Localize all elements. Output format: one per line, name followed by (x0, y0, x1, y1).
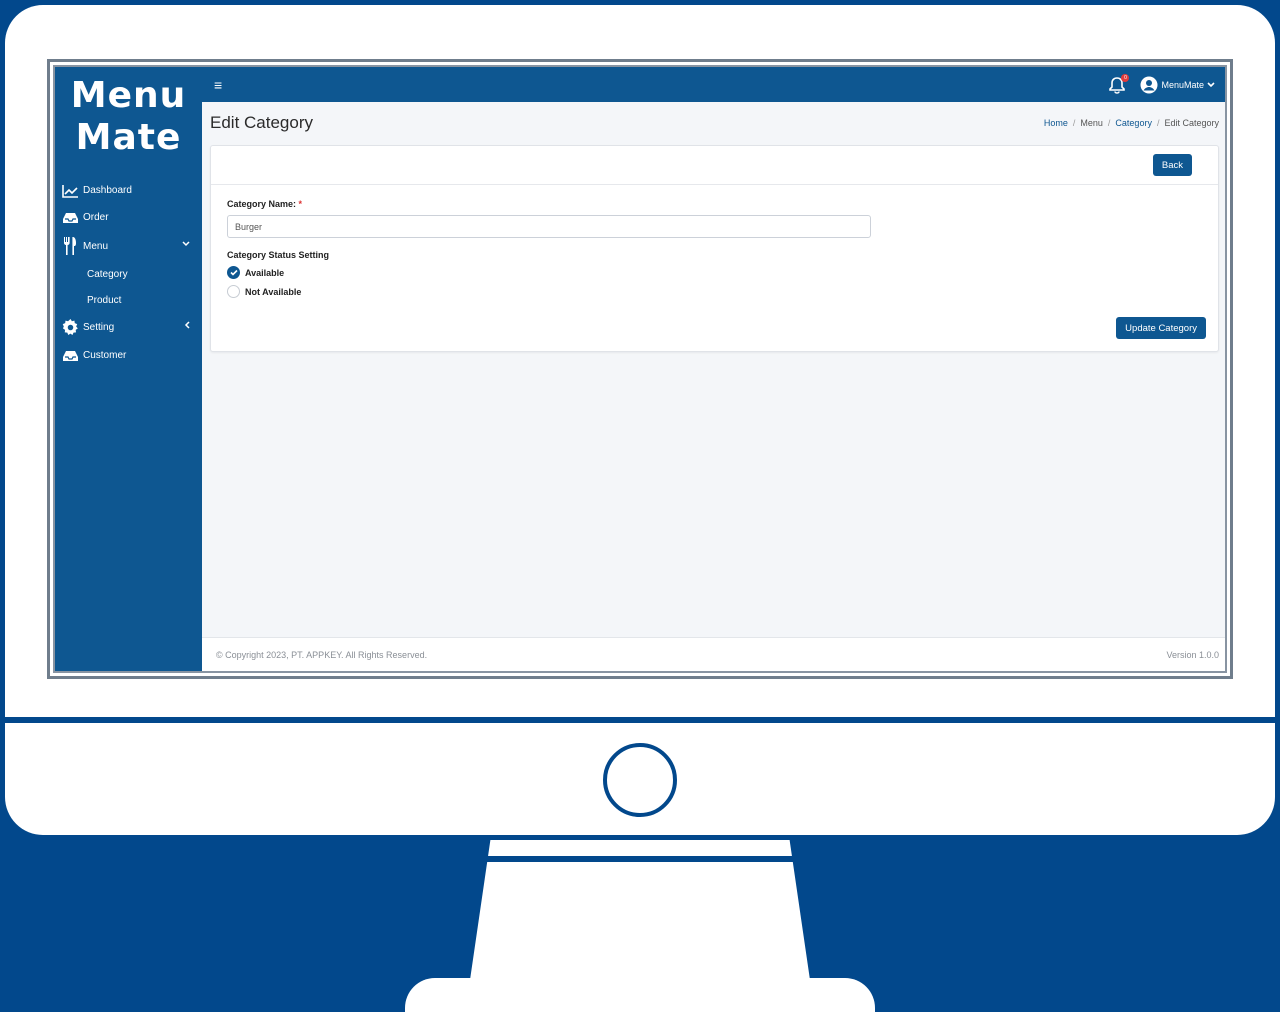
chevron-down-icon (1207, 81, 1215, 87)
power-button-icon (603, 743, 677, 817)
gear-icon (62, 319, 79, 336)
copyright-text: © Copyright 2023, PT. APPKEY. All Rights… (216, 649, 428, 660)
monitor-chin-divider (5, 717, 1275, 723)
content: Edit Category Home / Menu / Category / E… (202, 102, 1225, 637)
status-option-not-available[interactable]: Not Available (227, 285, 1206, 298)
sidebar-subitem-label: Product (87, 294, 122, 306)
username: MenuMate (1161, 79, 1204, 90)
sidebar-item-customer[interactable]: Customer (55, 342, 202, 369)
hamburger-menu-icon[interactable]: ≡ (214, 77, 222, 93)
sidebar-item-menu[interactable]: Menu (55, 231, 202, 261)
sidebar-subitem-category[interactable]: Category (55, 261, 202, 287)
category-name-label: Category Name: * (227, 199, 1206, 209)
sidebar-item-label: Menu (83, 240, 109, 252)
version-text: Version 1.0.0 (1166, 649, 1219, 660)
sidebar-item-label: Setting (83, 322, 115, 333)
status-option-label: Not Available (245, 286, 302, 297)
monitor-stand-band (480, 856, 800, 862)
sidebar-subitem-label: Category (87, 268, 128, 280)
breadcrumb-menu[interactable]: Menu (1080, 118, 1103, 128)
topbar-right: 0 MenuMate (1108, 73, 1215, 94)
category-name-input[interactable]: Burger (227, 215, 871, 238)
tray-icon (62, 347, 79, 364)
main-area: ≡ 0 MenuMate Edit Category Home / Menu /… (202, 67, 1225, 671)
category-status-label: Category Status Setting (227, 250, 330, 260)
sidebar: Menu Mate Dashboard Order Menu Category … (55, 67, 202, 671)
user-avatar-icon (1140, 76, 1158, 93)
breadcrumb-separator: / (1107, 118, 1111, 128)
status-option-label: Available (245, 267, 285, 278)
chart-line-icon (62, 182, 79, 199)
brand-line-2: Mate (75, 117, 182, 158)
footer: © Copyright 2023, PT. APPKEY. All Rights… (202, 637, 1225, 671)
breadcrumb-home[interactable]: Home (1044, 118, 1068, 128)
notification-badge: 0 (1121, 73, 1130, 82)
breadcrumb-current: Edit Category (1164, 118, 1219, 128)
breadcrumb-category[interactable]: Category (1115, 118, 1152, 128)
notification-bell-icon[interactable]: 0 (1108, 73, 1130, 94)
radio-unchecked-icon[interactable] (227, 285, 240, 298)
topbar: ≡ 0 MenuMate (202, 67, 1225, 102)
back-button[interactable]: Back (1152, 154, 1192, 176)
fork-knife-icon (62, 237, 79, 255)
category-name-label-text: Category Name: (227, 199, 297, 209)
edit-category-card: Back Category Name: * Burger Category St… (210, 145, 1219, 352)
card-body: Category Name: * Burger Category Status … (211, 185, 1218, 351)
sidebar-item-dashboard[interactable]: Dashboard (55, 177, 202, 204)
chevron-down-icon (182, 239, 190, 250)
radio-checked-icon[interactable] (227, 266, 240, 279)
page-header: Edit Category Home / Menu / Category / E… (210, 102, 1219, 144)
sidebar-item-setting[interactable]: Setting (55, 313, 202, 342)
breadcrumb: Home / Menu / Category / Edit Category (1044, 118, 1219, 128)
app-window: Menu Mate Dashboard Order Menu Category … (53, 65, 1227, 673)
brand-line-1: Menu (70, 75, 187, 116)
sidebar-item-order[interactable]: Order (55, 204, 202, 231)
monitor-screen: Menu Mate Dashboard Order Menu Category … (47, 59, 1233, 679)
card-header: Back (211, 146, 1218, 185)
monitor-stand-base (405, 978, 875, 1012)
breadcrumb-separator: / (1072, 118, 1076, 128)
breadcrumb-separator: / (1156, 118, 1160, 128)
sidebar-item-label: Customer (83, 350, 127, 361)
update-category-button[interactable]: Update Category (1116, 317, 1206, 339)
user-menu[interactable]: MenuMate (1140, 76, 1215, 94)
required-mark: * (298, 199, 303, 209)
sidebar-item-label: Order (83, 212, 109, 223)
sidebar-nav: Dashboard Order Menu Category Product Se… (55, 177, 202, 369)
page-title: Edit Category (210, 113, 313, 132)
status-option-available[interactable]: Available (227, 266, 1206, 279)
tray-icon (62, 209, 79, 226)
sidebar-subitem-product[interactable]: Product (55, 287, 202, 313)
brand-logo: Menu Mate (55, 67, 202, 159)
chevron-left-icon (184, 321, 190, 332)
sidebar-item-label: Dashboard (83, 185, 132, 196)
